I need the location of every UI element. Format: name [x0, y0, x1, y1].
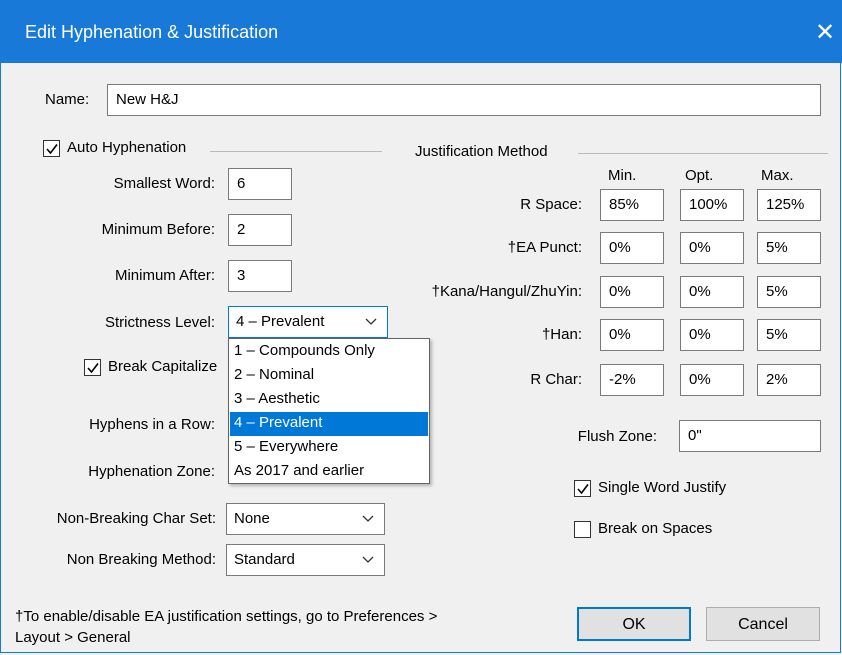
column-max: Max.	[761, 167, 794, 184]
strictness-option-1[interactable]: 1 – Compounds Only	[230, 340, 428, 364]
strictness-option-4[interactable]: 4 – Prevalent	[230, 412, 428, 436]
auto-hyphenation-label: Auto Hyphenation	[67, 139, 187, 156]
chevron-down-icon	[362, 556, 374, 563]
checkmark-icon	[577, 484, 589, 495]
ea-punct-min-input[interactable]: 0%	[600, 232, 664, 264]
non-breaking-method-label: Non Breaking Method:	[66, 551, 216, 568]
r-char-max-input[interactable]: 2%	[757, 364, 821, 396]
strictness-option-5[interactable]: 5 – Everywhere	[230, 436, 428, 460]
kana-min-input[interactable]: 0%	[600, 276, 664, 308]
r-space-max-input[interactable]: 125%	[757, 189, 821, 221]
flush-zone-input[interactable]: 0"	[679, 420, 821, 452]
r-space-label: R Space:	[520, 196, 582, 213]
han-min-input[interactable]: 0%	[600, 319, 664, 351]
r-space-opt-input[interactable]: 100%	[680, 189, 744, 221]
ea-punct-label: †EA Punct:	[507, 239, 582, 256]
column-opt: Opt.	[685, 167, 714, 184]
strictness-option-2[interactable]: 2 – Nominal	[230, 364, 428, 388]
name-label: Name:	[45, 91, 90, 108]
ok-button[interactable]: OK	[577, 607, 691, 641]
non-breaking-char-set-label: Non-Breaking Char Set:	[56, 510, 216, 527]
close-icon[interactable]: ✕	[810, 18, 840, 47]
strictness-level-label: Strictness Level:	[104, 314, 215, 331]
title-bar: Edit Hyphenation & Justification ✕	[0, 0, 842, 63]
r-char-min-input[interactable]: -2%	[600, 364, 664, 396]
hyphens-in-row-label: Hyphens in a Row:	[89, 416, 215, 433]
checkmark-icon	[46, 144, 58, 155]
strictness-option-legacy[interactable]: As 2017 and earlier	[230, 460, 428, 484]
minimum-after-label: Minimum After:	[114, 267, 215, 284]
break-capitalized-checkbox[interactable]	[84, 359, 101, 376]
strictness-level-value: 4 – Prevalent	[236, 313, 325, 330]
chevron-down-icon	[362, 515, 374, 522]
group-divider	[210, 151, 382, 152]
footnote: †To enable/disable EA justification sett…	[15, 606, 535, 648]
smallest-word-label: Smallest Word:	[113, 175, 215, 192]
justification-heading: Justification Method	[415, 143, 548, 160]
single-word-justify-checkbox[interactable]	[574, 480, 591, 497]
strictness-level-dropdown: 1 – Compounds Only 2 – Nominal 3 – Aesth…	[228, 338, 430, 484]
minimum-after-input[interactable]: 3	[228, 260, 292, 292]
non-breaking-char-set-value: None	[234, 510, 270, 527]
smallest-word-input[interactable]: 6	[228, 168, 292, 200]
break-on-spaces-label: Break on Spaces	[598, 520, 713, 537]
column-min: Min.	[608, 167, 637, 184]
ea-punct-opt-input[interactable]: 0%	[680, 232, 744, 264]
kana-opt-input[interactable]: 0%	[680, 276, 744, 308]
checkmark-icon	[87, 363, 99, 374]
han-max-input[interactable]: 5%	[757, 319, 821, 351]
flush-zone-label: Flush Zone:	[577, 428, 657, 445]
group-divider	[578, 153, 828, 154]
ea-punct-max-input[interactable]: 5%	[757, 232, 821, 264]
kana-hangul-zhuyin-label: †Kana/Hangul/ZhuYin:	[431, 283, 582, 300]
chevron-down-icon	[365, 318, 377, 325]
single-word-justify-label: Single Word Justify	[598, 479, 727, 496]
hyphenation-zone-label: Hyphenation Zone:	[88, 463, 215, 480]
footnote-line-2: Layout > General	[15, 629, 131, 646]
minimum-before-input[interactable]: 2	[228, 214, 292, 246]
han-opt-input[interactable]: 0%	[680, 319, 744, 351]
name-input[interactable]: New H&J	[107, 84, 821, 116]
dialog-title: Edit Hyphenation & Justification	[25, 22, 279, 42]
auto-hyphenation-checkbox[interactable]	[43, 140, 60, 157]
kana-max-input[interactable]: 5%	[757, 276, 821, 308]
r-space-min-input[interactable]: 85%	[600, 189, 664, 221]
non-breaking-method-value: Standard	[234, 551, 295, 568]
break-capitalized-label: Break Capitalize	[108, 358, 218, 375]
break-on-spaces-checkbox[interactable]	[574, 521, 591, 538]
minimum-before-label: Minimum Before:	[101, 221, 215, 238]
strictness-level-select[interactable]: 4 – Prevalent	[228, 306, 388, 338]
footnote-line-1: †To enable/disable EA justification sett…	[15, 608, 438, 625]
strictness-option-3[interactable]: 3 – Aesthetic	[230, 388, 428, 412]
non-breaking-char-set-select[interactable]: None	[226, 503, 385, 535]
r-char-opt-input[interactable]: 0%	[680, 364, 744, 396]
cancel-button[interactable]: Cancel	[706, 607, 820, 641]
non-breaking-method-select[interactable]: Standard	[226, 544, 385, 576]
